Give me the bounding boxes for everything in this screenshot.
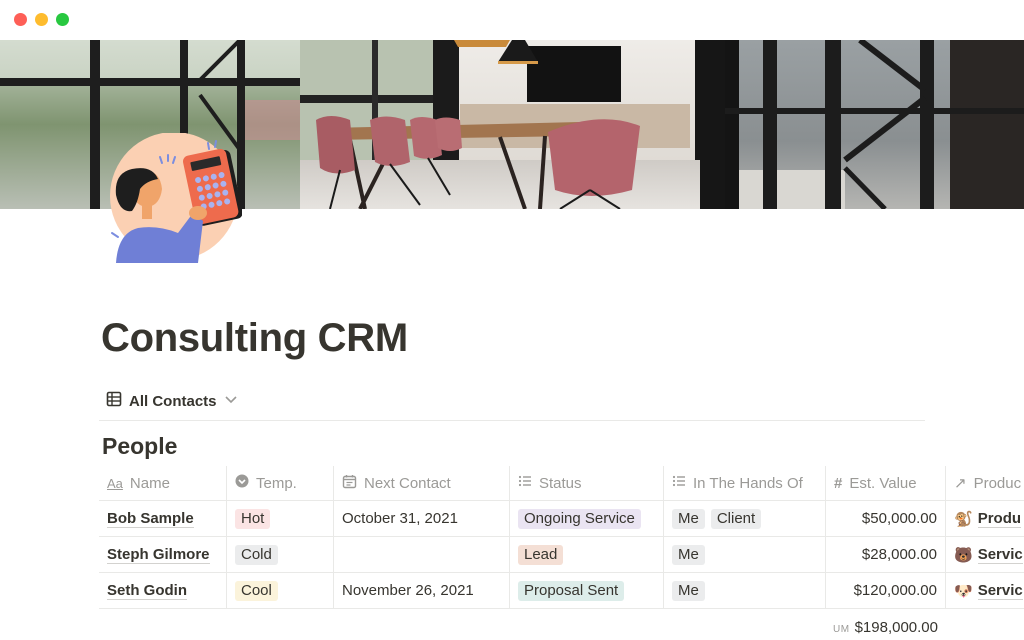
- column-label: Temp.: [256, 474, 297, 492]
- cell-next-contact[interactable]: November 26, 2021: [334, 573, 510, 608]
- owner-tag: Client: [710, 508, 762, 529]
- cell-in-the-hands-of[interactable]: Me: [664, 537, 826, 572]
- owner-tag: Me: [672, 544, 705, 565]
- cell-status[interactable]: Ongoing Service: [510, 501, 664, 536]
- table-row[interactable]: Steph Gilmore Cold Lead Me $28,000.00 🐻 S…: [99, 537, 1024, 573]
- table-icon: [106, 391, 122, 412]
- table-row[interactable]: Bob Sample Hot October 31, 2021 Ongoing …: [99, 501, 1024, 537]
- temp-tag: Hot: [235, 508, 271, 529]
- cell-in-the-hands-of[interactable]: Me Client: [664, 501, 826, 536]
- number-icon: #: [834, 474, 843, 492]
- bear-icon: 🐻: [954, 546, 973, 564]
- est-value: $28,000.00: [861, 546, 937, 563]
- cell-name[interactable]: Bob Sample: [99, 501, 227, 536]
- calculator-person-icon: [110, 132, 243, 263]
- status-tag: Ongoing Service: [518, 508, 641, 529]
- column-header-name[interactable]: Aa Name: [99, 466, 227, 500]
- owner-tag: Me: [672, 508, 705, 529]
- cell-est-value[interactable]: $50,000.00: [826, 501, 946, 536]
- column-label: Produc: [973, 474, 1022, 492]
- est-value: $120,000.00: [853, 582, 937, 599]
- temp-tag: Cold: [235, 544, 278, 565]
- est-value: $50,000.00: [861, 510, 937, 527]
- cell-next-contact[interactable]: [334, 537, 510, 572]
- cell-product[interactable]: 🐒 Produ: [946, 501, 1024, 536]
- people-table: Aa Name Temp. Next Contact Status In The…: [99, 466, 1024, 609]
- cell-est-value[interactable]: $120,000.00: [826, 573, 946, 608]
- close-window-button[interactable]: [14, 13, 27, 26]
- column-label: In The Hands Of: [693, 474, 803, 492]
- sum-label: UM: [833, 624, 850, 635]
- column-label: Status: [539, 474, 582, 492]
- cell-status[interactable]: Lead: [510, 537, 664, 572]
- contact-name[interactable]: Bob Sample: [107, 510, 194, 528]
- list-icon: [518, 474, 532, 492]
- column-header-next-contact[interactable]: Next Contact: [334, 466, 510, 500]
- cell-next-contact[interactable]: October 31, 2021: [334, 501, 510, 536]
- cell-in-the-hands-of[interactable]: Me: [664, 573, 826, 608]
- minimize-window-button[interactable]: [35, 13, 48, 26]
- cell-product[interactable]: 🐻 Servic: [946, 537, 1024, 572]
- next-contact-date: October 31, 2021: [342, 510, 458, 527]
- cell-temp[interactable]: Cool: [227, 573, 334, 608]
- column-header-status[interactable]: Status: [510, 466, 664, 500]
- list-icon: [672, 474, 686, 492]
- window-titlebar: [0, 0, 1024, 40]
- page-icon-calculator-illustration[interactable]: [108, 132, 243, 265]
- table-header-row: Aa Name Temp. Next Contact Status In The…: [99, 466, 1024, 501]
- view-selector-all-contacts[interactable]: All Contacts: [106, 390, 238, 412]
- column-header-product[interactable]: ↗ Produc: [946, 466, 1024, 500]
- cell-temp[interactable]: Hot: [227, 501, 334, 536]
- sum-value: $198,000.00: [854, 619, 938, 636]
- chevron-down-icon: [224, 392, 238, 411]
- est-value-sum[interactable]: UM $198,000.00: [826, 619, 946, 636]
- product-link[interactable]: Servic: [977, 582, 1023, 600]
- owner-tag: Me: [672, 580, 705, 601]
- text-property-icon: Aa: [107, 475, 123, 491]
- view-divider: [99, 420, 925, 421]
- column-label: Est. Value: [849, 474, 917, 492]
- status-tag: Lead: [518, 544, 564, 565]
- cell-status[interactable]: Proposal Sent: [510, 573, 664, 608]
- view-label: All Contacts: [129, 392, 217, 410]
- next-contact-date: November 26, 2021: [342, 582, 474, 599]
- cell-est-value[interactable]: $28,000.00: [826, 537, 946, 572]
- contact-name[interactable]: Steph Gilmore: [107, 546, 210, 564]
- temp-tag: Cool: [235, 580, 278, 601]
- column-label: Next Contact: [364, 474, 451, 492]
- select-property-icon: [235, 474, 249, 492]
- relation-arrow-icon: ↗: [954, 475, 967, 492]
- page-title[interactable]: Consulting CRM: [101, 316, 408, 361]
- column-header-temp[interactable]: Temp.: [227, 466, 334, 500]
- column-header-in-the-hands-of[interactable]: In The Hands Of: [664, 466, 826, 500]
- contact-name[interactable]: Seth Godin: [107, 582, 187, 600]
- maximize-window-button[interactable]: [56, 13, 69, 26]
- column-label: Name: [129, 474, 170, 492]
- product-link[interactable]: Servic: [977, 546, 1023, 564]
- cell-temp[interactable]: Cold: [227, 537, 334, 572]
- dog-icon: 🐶: [954, 582, 973, 600]
- calendar-icon: [342, 474, 357, 493]
- cell-name[interactable]: Steph Gilmore: [99, 537, 227, 572]
- cell-product[interactable]: 🐶 Servic: [946, 573, 1024, 608]
- monkey-icon: 🐒: [954, 510, 973, 528]
- column-header-est-value[interactable]: # Est. Value: [826, 466, 946, 500]
- table-row[interactable]: Seth Godin Cool November 26, 2021 Propos…: [99, 573, 1024, 609]
- cell-name[interactable]: Seth Godin: [99, 573, 227, 608]
- database-title[interactable]: People: [102, 433, 177, 460]
- status-tag: Proposal Sent: [518, 580, 625, 601]
- product-link[interactable]: Produ: [977, 510, 1022, 528]
